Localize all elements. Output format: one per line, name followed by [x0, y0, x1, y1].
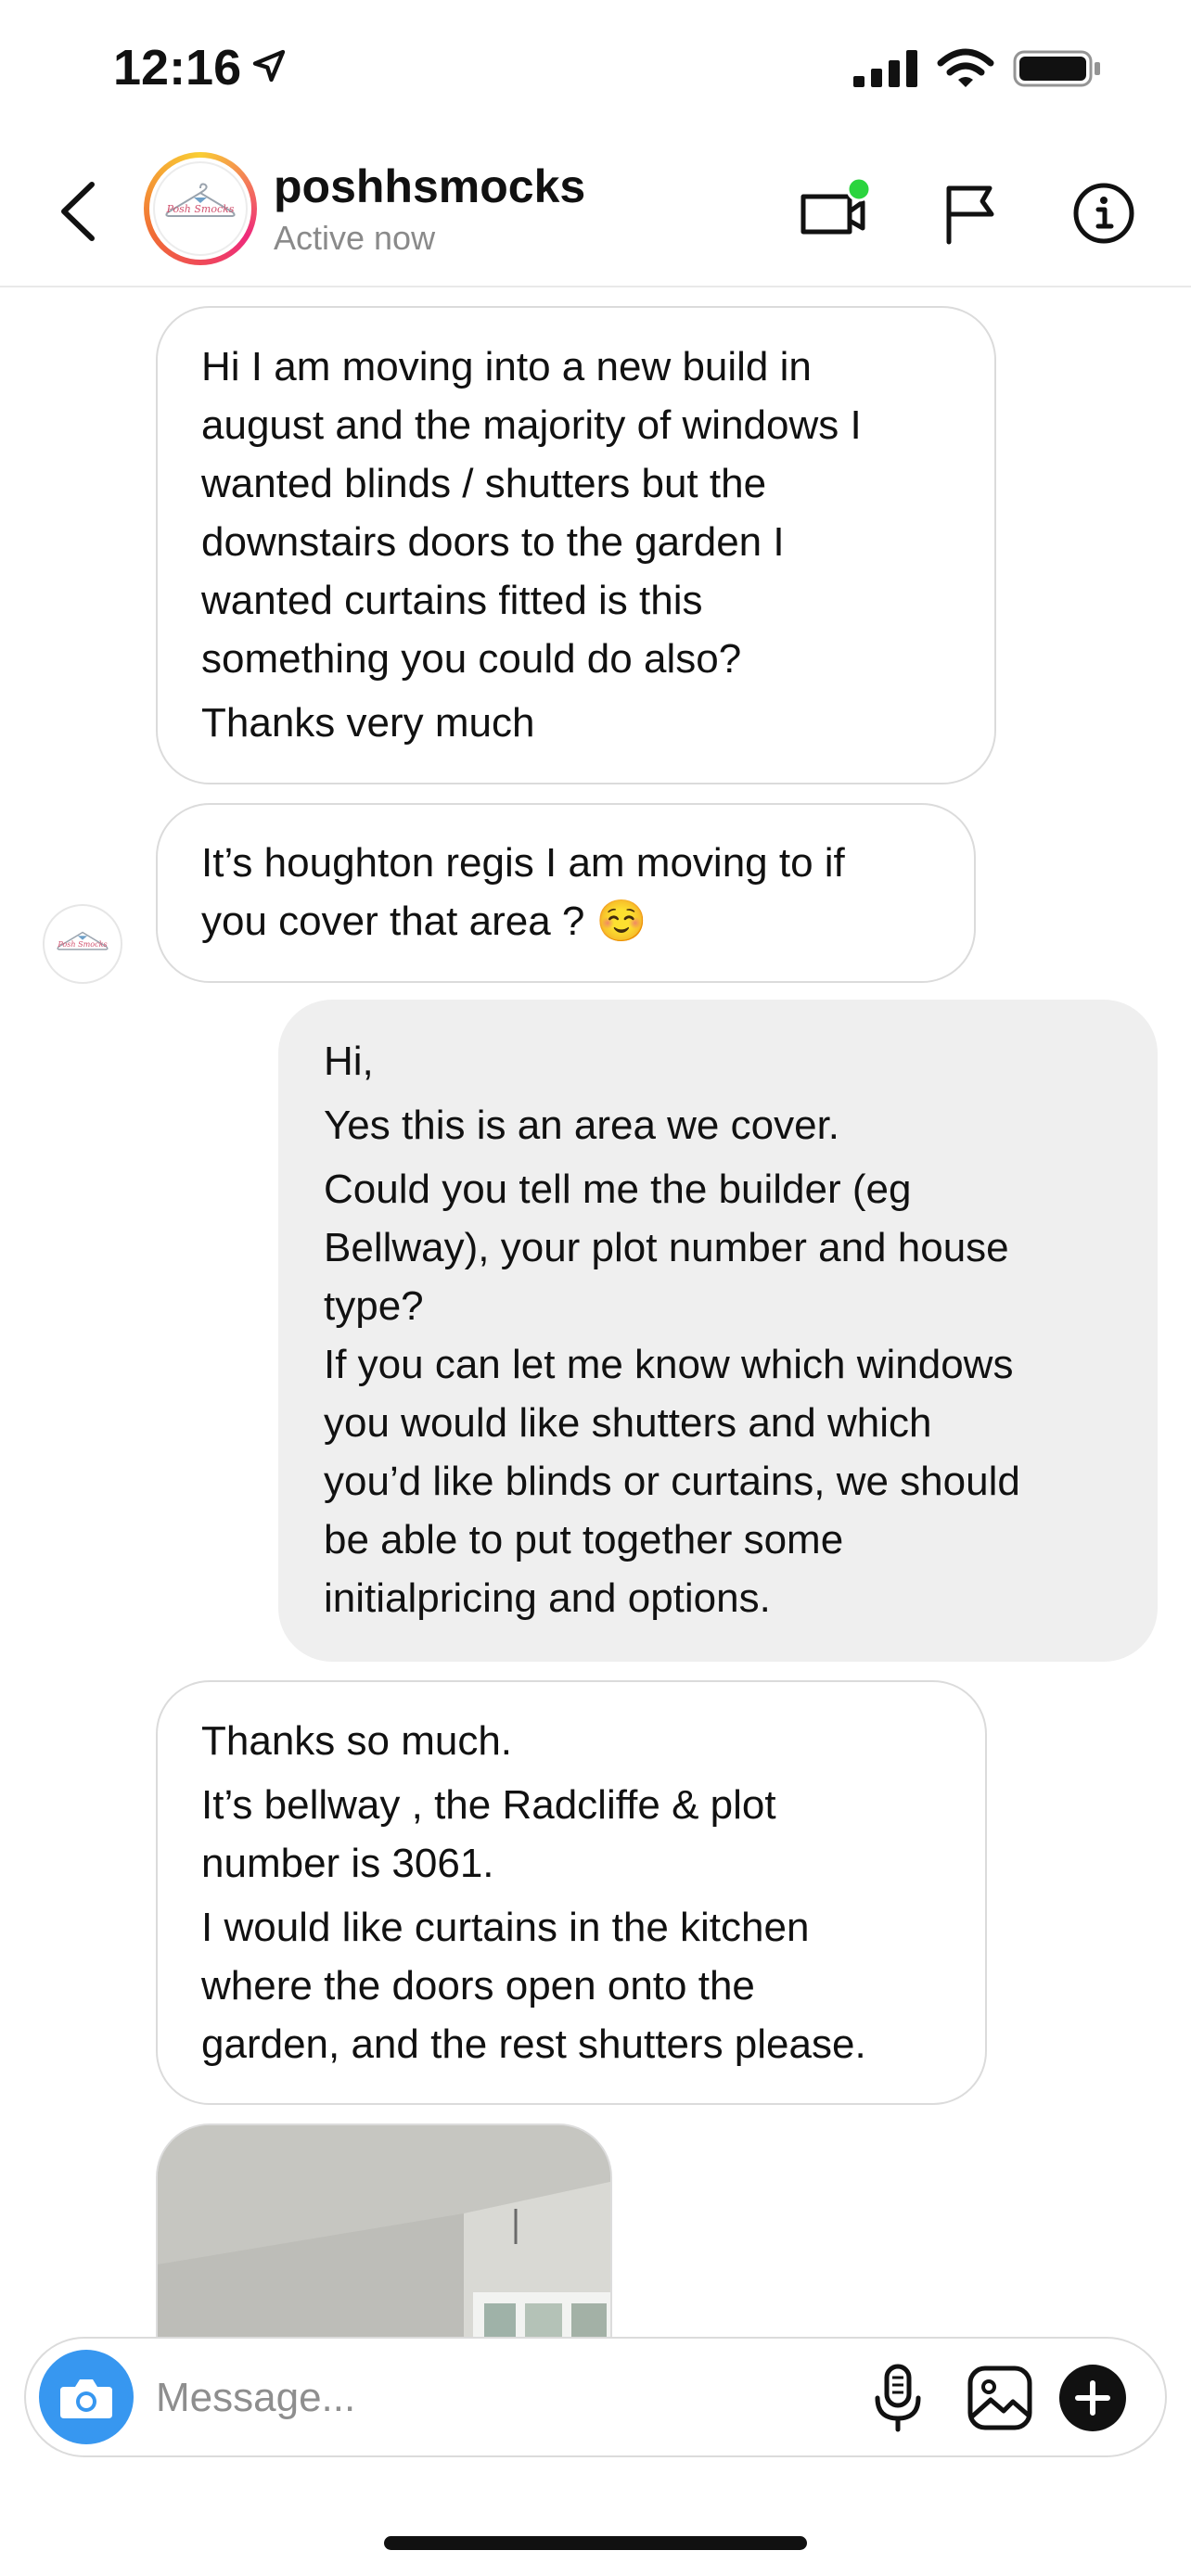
posh-smocks-logo: Posh Smocks — [165, 183, 236, 217]
message-line: initialpricing and options. — [324, 1575, 771, 1621]
message-line: where the doors open onto the — [201, 1963, 755, 2009]
status-time-group: 12:16 — [113, 39, 288, 96]
chat-header: Posh Smocks poshhsmocks Active now — [0, 139, 1191, 287]
wifi-icon — [937, 48, 994, 94]
status-indicators — [853, 48, 1102, 94]
message-line: downstairs doors to the garden I — [201, 519, 785, 565]
active-status: Active now — [274, 219, 436, 257]
message-bubble-incoming[interactable]: Hi I am moving into a new build in augus… — [156, 306, 996, 784]
chevron-left-icon — [61, 182, 95, 241]
cellular-signal-icon — [853, 50, 918, 92]
info-button[interactable] — [1067, 176, 1141, 250]
message-line: type? — [324, 1283, 424, 1329]
report-flag-button[interactable] — [933, 176, 1007, 250]
battery-icon — [1013, 48, 1102, 94]
message-line: august and the majority of windows I — [201, 402, 862, 448]
avatar: Posh Smocks — [153, 161, 248, 256]
message-line: I would like curtains in the kitchen — [201, 1905, 810, 1950]
video-call-icon — [800, 176, 870, 235]
sticker-button[interactable] — [1056, 2361, 1130, 2435]
message-line: you’d like blinds or curtains, we should — [324, 1459, 1020, 1504]
sender-avatar[interactable]: Posh Smocks — [43, 904, 122, 984]
message-input[interactable] — [156, 2363, 824, 2433]
message-line: something you could do also? — [201, 636, 742, 682]
microphone-icon — [875, 2364, 921, 2432]
message-bubble-incoming[interactable]: Thanks so much. It’s bellway , the Radcl… — [156, 1680, 987, 2105]
status-bar: 12:16 — [0, 0, 1191, 139]
message-line: Thanks very much — [201, 700, 535, 746]
message-bubble-outgoing[interactable]: Hi, Yes this is an area we cover. Could … — [278, 1000, 1158, 1662]
message-line: wanted curtains fitted is this — [201, 578, 703, 623]
photo-room-interior — [158, 2125, 610, 2337]
message-line: It’s bellway , the Radcliffe & plot — [201, 1782, 776, 1828]
message-composer — [24, 2337, 1167, 2457]
back-button[interactable] — [45, 174, 109, 249]
message-line: wanted blinds / shutters but the — [201, 461, 767, 506]
location-arrow-icon — [250, 39, 288, 96]
message-line: Thanks so much. — [201, 1718, 513, 1764]
home-indicator[interactable] — [384, 2536, 807, 2550]
profile-avatar-frame: Posh Smocks — [149, 158, 251, 260]
avatar-logo-text: Posh Smocks — [166, 203, 235, 215]
flag-icon — [946, 185, 994, 245]
online-dot — [846, 176, 870, 202]
video-call-button[interactable] — [796, 176, 870, 250]
message-line: Hi, — [324, 1039, 374, 1084]
message-line: Could you tell me the builder (eg — [324, 1167, 912, 1212]
status-time: 12:16 — [113, 40, 242, 96]
message-line: you would like shutters and which — [324, 1400, 932, 1446]
message-line: be able to put together some — [324, 1517, 844, 1562]
message-line: Yes this is an area we cover. — [324, 1103, 840, 1148]
gallery-icon — [967, 2366, 1032, 2430]
posh-smocks-logo-small: Posh Smocks — [57, 931, 109, 950]
message-line: you cover that area ? ☺️ — [201, 899, 647, 944]
message-line: number is 3061. — [201, 1841, 494, 1886]
message-line: It’s houghton regis I am moving to if — [201, 840, 845, 886]
voice-message-button[interactable] — [861, 2361, 935, 2435]
info-icon — [1073, 183, 1134, 244]
message-line: Hi I am moving into a new build in — [201, 344, 812, 389]
message-line: garden, and the rest shutters please. — [201, 2021, 866, 2067]
plus-circle-icon — [1059, 2365, 1126, 2431]
message-bubble-incoming[interactable]: It’s houghton regis I am moving to if yo… — [156, 803, 976, 983]
message-line: Bellway), your plot number and house — [324, 1225, 1009, 1270]
camera-button[interactable] — [39, 2350, 134, 2444]
chat-username[interactable]: poshhsmocks — [274, 159, 585, 213]
photo-message[interactable] — [156, 2123, 612, 2337]
avatar-logo-text-small: Posh Smocks — [57, 940, 107, 949]
camera-icon — [60, 2379, 112, 2418]
gallery-button[interactable] — [963, 2361, 1037, 2435]
profile-avatar-ring[interactable]: Posh Smocks — [144, 152, 257, 265]
message-line: If you can let me know which windows — [324, 1342, 1014, 1387]
